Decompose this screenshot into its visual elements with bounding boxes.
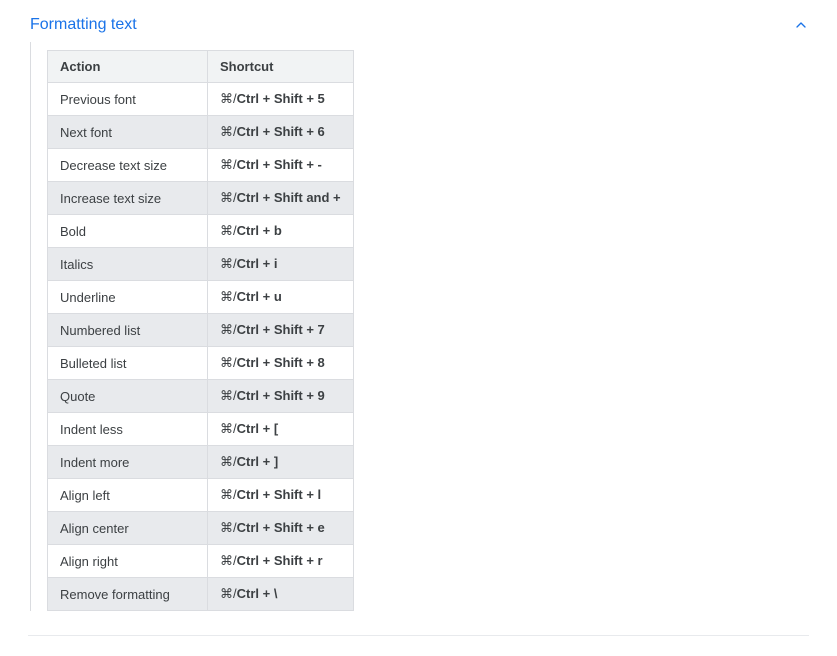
shortcut-cell: ⌘/Ctrl + Shift + 8 [208, 347, 353, 380]
action-cell: Underline [48, 281, 208, 314]
shortcut-cell: ⌘/Ctrl + ] [208, 446, 353, 479]
table-row: Previous font⌘/Ctrl + Shift + 5 [48, 83, 353, 116]
key-combo: Ctrl + [ [237, 421, 279, 436]
shortcut-cell: ⌘/Ctrl + Shift and + [208, 182, 353, 215]
cmd-glyph: ⌘ [220, 157, 233, 172]
action-cell: Italics [48, 248, 208, 281]
col-action: Action [48, 51, 208, 83]
key-combo: Ctrl + b [237, 223, 282, 238]
key-combo: Ctrl + Shift + 9 [237, 388, 325, 403]
section-divider [28, 635, 809, 636]
shortcut-cell: ⌘/Ctrl + [ [208, 413, 353, 446]
table-row: Bulleted list⌘/Ctrl + Shift + 8 [48, 347, 353, 380]
action-cell: Align left [48, 479, 208, 512]
cmd-glyph: ⌘ [220, 355, 233, 370]
chevron-up-icon [793, 17, 809, 33]
action-cell: Next font [48, 116, 208, 149]
cmd-glyph: ⌘ [220, 586, 233, 601]
shortcut-cell: ⌘/Ctrl + b [208, 215, 353, 248]
shortcut-cell: ⌘/Ctrl + Shift + e [208, 512, 353, 545]
table-row: Numbered list⌘/Ctrl + Shift + 7 [48, 314, 353, 347]
table-row: Align right⌘/Ctrl + Shift + r [48, 545, 353, 578]
table-row: Indent more⌘/Ctrl + ] [48, 446, 353, 479]
action-cell: Previous font [48, 83, 208, 116]
shortcut-cell: ⌘/Ctrl + Shift + l [208, 479, 353, 512]
key-combo: Ctrl + i [237, 256, 278, 271]
table-row: Decrease text size⌘/Ctrl + Shift + - [48, 149, 353, 182]
action-cell: Bulleted list [48, 347, 208, 380]
table-row: Next font⌘/Ctrl + Shift + 6 [48, 116, 353, 149]
section-content: Action Shortcut Previous font⌘/Ctrl + Sh… [30, 42, 809, 611]
action-cell: Indent less [48, 413, 208, 446]
section-header[interactable]: Formatting text [28, 10, 809, 42]
cmd-glyph: ⌘ [220, 454, 233, 469]
action-cell: Decrease text size [48, 149, 208, 182]
key-combo: Ctrl + Shift + r [237, 553, 323, 568]
shortcut-cell: ⌘/Ctrl + i [208, 248, 353, 281]
action-cell: Numbered list [48, 314, 208, 347]
key-combo: Ctrl + Shift + 8 [237, 355, 325, 370]
shortcut-cell: ⌘/Ctrl + Shift + - [208, 149, 353, 182]
cmd-glyph: ⌘ [220, 388, 233, 403]
shortcut-cell: ⌘/Ctrl + \ [208, 578, 353, 610]
key-combo: Ctrl + u [237, 289, 282, 304]
action-cell: Indent more [48, 446, 208, 479]
key-combo: Ctrl + \ [237, 586, 278, 601]
section-title: Formatting text [30, 16, 137, 34]
shortcut-cell: ⌘/Ctrl + Shift + r [208, 545, 353, 578]
cmd-glyph: ⌘ [220, 256, 233, 271]
table-row: Align left⌘/Ctrl + Shift + l [48, 479, 353, 512]
shortcut-cell: ⌘/Ctrl + Shift + 6 [208, 116, 353, 149]
cmd-glyph: ⌘ [220, 91, 233, 106]
shortcut-cell: ⌘/Ctrl + u [208, 281, 353, 314]
shortcuts-table: Action Shortcut Previous font⌘/Ctrl + Sh… [47, 50, 354, 611]
action-cell: Bold [48, 215, 208, 248]
action-cell: Remove formatting [48, 578, 208, 610]
key-combo: Ctrl + Shift + - [237, 157, 322, 172]
key-combo: Ctrl + Shift + 6 [237, 124, 325, 139]
cmd-glyph: ⌘ [220, 124, 233, 139]
cmd-glyph: ⌘ [220, 322, 233, 337]
action-cell: Quote [48, 380, 208, 413]
cmd-glyph: ⌘ [220, 190, 233, 205]
key-combo: Ctrl + Shift + 7 [237, 322, 325, 337]
table-row: Underline⌘/Ctrl + u [48, 281, 353, 314]
table-row: Increase text size⌘/Ctrl + Shift and + [48, 182, 353, 215]
table-row: Indent less⌘/Ctrl + [ [48, 413, 353, 446]
table-row: Quote⌘/Ctrl + Shift + 9 [48, 380, 353, 413]
shortcut-cell: ⌘/Ctrl + Shift + 9 [208, 380, 353, 413]
cmd-glyph: ⌘ [220, 421, 233, 436]
table-row: Align center⌘/Ctrl + Shift + e [48, 512, 353, 545]
table-row: Italics⌘/Ctrl + i [48, 248, 353, 281]
table-header-row: Action Shortcut [48, 51, 353, 83]
cmd-glyph: ⌘ [220, 289, 233, 304]
cmd-glyph: ⌘ [220, 223, 233, 238]
cmd-glyph: ⌘ [220, 487, 233, 502]
action-cell: Increase text size [48, 182, 208, 215]
key-combo: Ctrl + Shift and + [237, 190, 341, 205]
table-row: Bold⌘/Ctrl + b [48, 215, 353, 248]
key-combo: Ctrl + Shift + e [237, 520, 325, 535]
cmd-glyph: ⌘ [220, 553, 233, 568]
col-shortcut: Shortcut [208, 51, 353, 83]
key-combo: Ctrl + ] [237, 454, 279, 469]
key-combo: Ctrl + Shift + l [237, 487, 322, 502]
action-cell: Align center [48, 512, 208, 545]
action-cell: Align right [48, 545, 208, 578]
shortcut-cell: ⌘/Ctrl + Shift + 5 [208, 83, 353, 116]
cmd-glyph: ⌘ [220, 520, 233, 535]
key-combo: Ctrl + Shift + 5 [237, 91, 325, 106]
table-row: Remove formatting⌘/Ctrl + \ [48, 578, 353, 610]
shortcut-cell: ⌘/Ctrl + Shift + 7 [208, 314, 353, 347]
